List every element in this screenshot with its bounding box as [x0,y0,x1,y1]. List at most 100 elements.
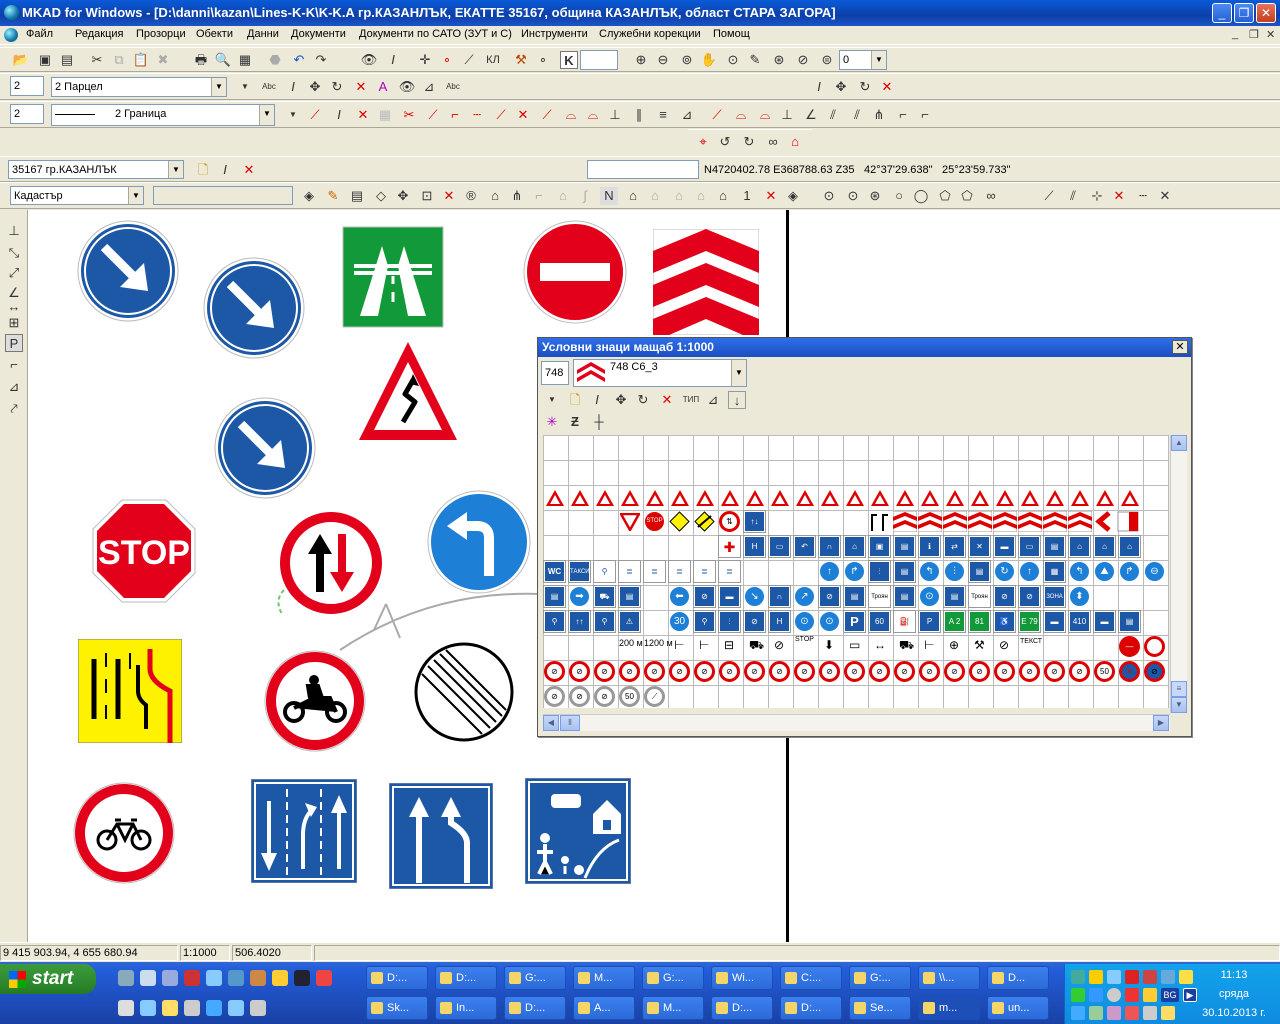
split-icon[interactable]: ✂ [400,106,418,124]
mandatory-direction-icon[interactable]: ↑ [819,561,840,582]
supplementary-plate-icon[interactable]: ⊘ [999,638,1009,652]
tray-app-icon[interactable] [1143,970,1157,984]
supplementary-plate-icon[interactable]: ⊢ [924,638,934,652]
warning-triangle-icon[interactable] [846,490,864,506]
save-all-icon[interactable]: ▤ [58,51,76,69]
tray-c-icon[interactable] [1107,1006,1121,1020]
special-round-icon[interactable]: ⊙ [819,611,840,632]
snap-icon[interactable]: ⟋ [460,51,478,69]
prohibition-sign-icon[interactable]: ⊘ [969,661,990,682]
wc-sign[interactable]: WC [543,560,566,583]
mandatory-direction-icon[interactable]: ↰ [919,561,940,582]
quick-launch-icon[interactable] [272,970,288,986]
quick-launch-icon[interactable] [162,1000,178,1016]
align-icon[interactable]: ⊿ [704,391,722,409]
information-sign-icon[interactable]: ⌂ [1068,535,1091,558]
disabled-a-icon[interactable]: ⌐ [530,187,548,205]
find-icon[interactable]: 👁 [360,51,378,69]
scroll-down-button[interactable]: ▼ [1171,697,1187,713]
taskbar-button[interactable]: G:... [849,966,911,990]
menu-help[interactable]: Помощ [713,28,750,40]
move-icon[interactable]: ✥ [394,187,412,205]
lane-shift-yellow-sign-icon[interactable] [78,639,182,743]
circle-b-icon[interactable]: ⊙ [844,187,862,205]
star-icon[interactable]: ✳ [543,413,561,431]
house4-icon[interactable]: ⌂ [714,187,732,205]
mandatory-direction-icon[interactable]: ↑ [1019,561,1040,582]
disc-icon[interactable] [1107,988,1121,1002]
mandatory-direction-icon[interactable]: ⊖ [1144,561,1165,582]
info-icon[interactable]: I [384,51,402,69]
hatch-c-icon[interactable]: ⫽ [848,106,866,124]
delete-icon[interactable]: ✕ [658,391,676,409]
node-icon[interactable]: ∘ [534,51,552,69]
keep-right-sign-2-icon[interactable] [202,256,306,360]
menu-sato-documents[interactable]: Документи по САТО (ЗУТ и С) [359,28,512,40]
prohibition-sign-icon[interactable]: ⊘ [744,661,765,682]
disabled-b-icon[interactable]: ⌂ [554,187,572,205]
p-icon[interactable]: P [5,334,23,352]
blue-sign-icon[interactable]: ▤ [843,585,866,608]
special-sign-icon[interactable]: ⚲ [543,610,566,633]
motorway-sign-icon[interactable] [342,226,444,328]
warning-triangle-icon[interactable] [796,490,814,506]
mdi-restore-button[interactable]: ❐ [1249,28,1259,41]
quick-launch-icon[interactable] [184,970,200,986]
chevron-down-icon[interactable]: ▼ [731,360,746,386]
parking-sign[interactable]: P [843,610,866,633]
quick-launch-icon[interactable] [294,970,310,986]
menu-documents[interactable]: Документи [291,28,346,40]
prohibition-sign-icon[interactable]: ⊘ [994,661,1015,682]
house3-icon[interactable]: ⌂ [692,187,710,205]
rotate-box-icon[interactable]: ⊡ [418,187,436,205]
blue-plate-icon[interactable]: ▤ [1118,610,1141,633]
tray-d-icon[interactable] [1125,1006,1139,1020]
tray-b-icon[interactable] [1089,1006,1103,1020]
chevron-board-icon[interactable] [993,511,1017,532]
info-icon[interactable]: I [330,106,348,124]
prohibition-sign-icon[interactable]: ⊘ [669,661,690,682]
fillet-icon[interactable]: ⌐ [916,106,934,124]
taskbar-button[interactable]: D:... [780,996,842,1020]
chevron-board-icon[interactable] [918,511,942,532]
troyan-sign-text-2[interactable]: Троян [968,585,991,608]
cut-icon[interactable]: ✂ [88,51,106,69]
blue-sign-icon[interactable]: ⊘ [818,585,841,608]
diagonal-icon[interactable]: ⤡ [5,244,23,262]
k-value-field[interactable] [580,50,618,70]
blue-sign-icon[interactable]: ▤ [543,585,566,608]
tools-icon[interactable]: ⚒ [512,51,530,69]
hospital-h-sign[interactable]: H [768,610,791,633]
priority-over-oncoming-icon[interactable]: ↑↓ [743,510,766,533]
prohibition-sign-icon[interactable]: ⊘ [1069,661,1090,682]
speed-30-sign[interactable]: 30 [669,611,690,632]
information-sign-icon[interactable]: ▣ [868,535,891,558]
information-sign-icon[interactable]: ⌂ [843,535,866,558]
abc-style-button[interactable]: Abc [442,78,464,96]
dimension-icon[interactable]: ⊥ [5,222,23,240]
warning-triangle-icon[interactable] [646,490,664,506]
special-sign-icon[interactable]: ⚲ [593,610,616,633]
double-slash-icon[interactable]: ⫽ [1064,187,1082,205]
delete-node-icon[interactable]: ✕ [1110,187,1128,205]
keep-right-sign-icon[interactable] [76,219,180,323]
mandatory-direction-icon[interactable]: ⫶ [868,560,891,583]
prohibition-sign-icon[interactable]: ⊘ [619,661,640,682]
chevron-down-icon[interactable]: ▼ [211,78,226,96]
dropdown-arrow-icon[interactable]: ▼ [543,391,561,409]
taxi-sign[interactable]: ТАКСИ [568,560,591,583]
prohibition-sign-icon[interactable]: ⊘ [644,661,665,682]
supplementary-plate-icon[interactable]: ▭ [849,638,860,652]
distance-1200m-plate[interactable]: 1200 м [644,638,673,648]
route-410-sign[interactable]: 410 [1068,610,1091,633]
supplementary-plate-icon[interactable]: ⊘ [774,638,784,652]
delete-icon[interactable]: ✕ [440,187,458,205]
no-parking-icon[interactable]: ⊘ [1144,661,1165,682]
prohibition-sign-icon[interactable]: ⊘ [1019,661,1040,682]
stop-mini-sign[interactable]: STOP [644,511,665,532]
quick-launch-icon[interactable] [250,970,266,986]
delete-icon[interactable]: ✖ [154,51,172,69]
pan-icon[interactable]: ✋ [700,51,718,69]
keep-right-sign-3-icon[interactable] [213,396,317,500]
mandatory-direction-icon[interactable]: ⫶ [944,561,965,582]
